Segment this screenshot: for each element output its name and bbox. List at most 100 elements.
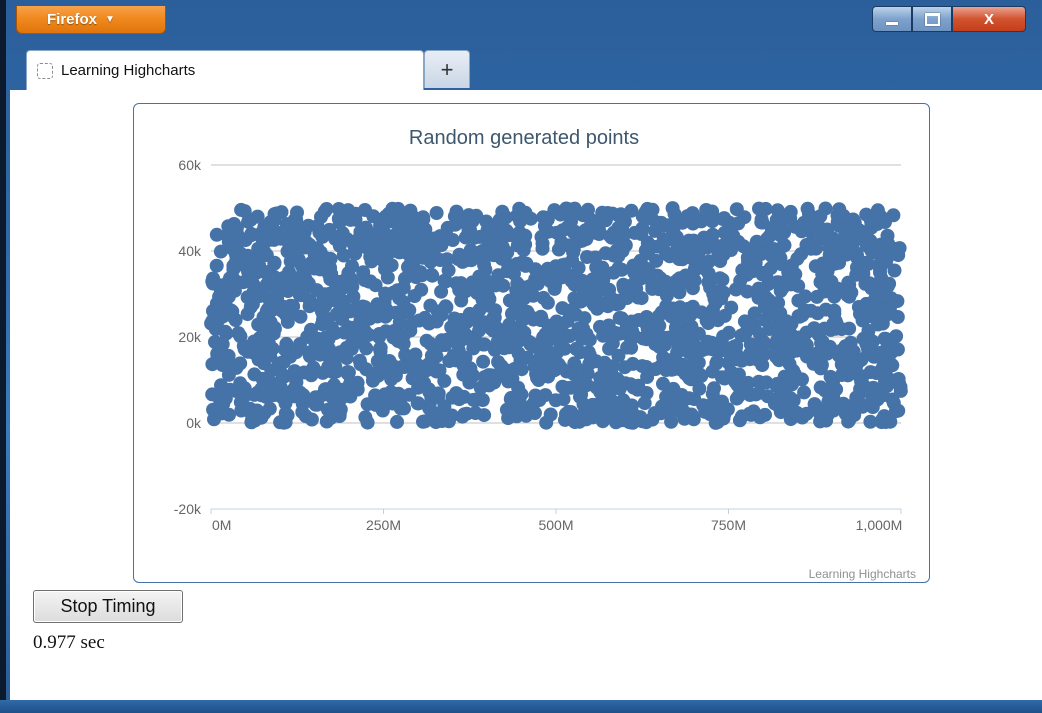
scatter-point [751,281,766,296]
scatter-point [369,247,384,262]
scatter-point [472,303,487,317]
scatter-point [624,203,639,218]
scatter-point [800,349,814,364]
scatter-point [682,371,697,386]
scatter-point [267,321,282,336]
scatter-point [775,280,790,295]
scatter-point [783,211,798,226]
scatter-point [505,306,520,321]
x-tick-label: 750M [711,517,746,533]
scatter-point [714,291,729,306]
scatter-point [391,218,406,233]
scatter-point [801,211,816,226]
scatter-point [729,202,744,217]
scatter-point [497,341,512,356]
stop-timing-button[interactable]: Stop Timing [33,590,183,623]
scatter-point [585,281,599,296]
scatter-point [828,321,843,336]
scatter-point [640,211,655,226]
scatter-point [659,298,674,313]
scatter-point [625,356,640,371]
scatter-point [325,381,340,396]
scatter-point [267,207,282,222]
scatter-point [335,226,350,241]
scatter-point [696,398,711,413]
scatter-point [245,297,260,312]
scatter-point [838,244,853,259]
scatter-point [608,325,623,340]
scatter-point [849,390,864,405]
scatter-point [872,349,887,364]
scatter-point [640,370,655,384]
scatter-point [279,307,293,322]
scatter-point [637,260,652,275]
scatter-point [356,325,371,339]
scatter-point [517,325,532,340]
scatter-point [596,273,611,288]
minimize-icon [886,21,898,25]
scatter-point [397,401,411,416]
scatter-point [410,238,425,253]
close-button[interactable]: X [952,6,1026,32]
x-tick-label: 250M [366,517,401,533]
minimize-button[interactable] [872,6,912,32]
scatter-point [699,341,714,356]
y-tick-label: 40k [178,243,202,259]
scatter-point [669,387,684,402]
scatter-point [516,291,531,306]
scatter-point [546,361,561,376]
scatter-point [603,229,618,244]
scatter-point [710,415,725,430]
scatter-point [343,376,358,391]
scatter-point [741,254,755,269]
scatter-point [803,303,818,318]
scatter-point [252,349,267,364]
scatter-point [733,273,748,288]
firefox-button-label: Firefox [47,11,98,28]
scatter-point [771,398,786,413]
scatter-point [713,271,727,286]
maximize-button[interactable] [912,6,952,32]
chart-credits[interactable]: Learning Highcharts [809,567,916,581]
scatter-point [719,341,734,356]
firefox-menu-button[interactable]: Firefox ▼ [16,6,166,34]
scatter-point [875,412,890,427]
scatter-point [562,207,577,221]
scatter-point [554,270,569,285]
scatter-point [437,373,452,388]
scatter-point [353,357,368,372]
scatter-point [709,356,724,371]
scatter-point [233,356,248,371]
scatter-point [873,277,888,291]
scatter-point [887,263,902,278]
scatter-point [323,260,338,275]
scatter-point [634,227,649,241]
scatter-point [417,310,432,325]
scatter-point [595,205,610,220]
scatter-point [209,258,224,273]
scatter-point [834,368,849,382]
titlebar: Firefox ▼ X [0,0,1042,44]
scatter-point [441,263,456,278]
tab-learning-highcharts[interactable]: Learning Highcharts [26,50,424,90]
scatter-point [477,258,492,273]
scatter-point [611,262,626,277]
new-tab-button[interactable]: + [424,50,470,88]
scatter-point [495,239,510,254]
scatter-point [672,285,687,300]
scatter-point [322,342,337,357]
scatter-point [804,241,818,256]
scatter-point [697,261,712,276]
scatter-point [821,394,836,409]
scatter-point [439,333,454,348]
scatter-point [557,341,572,356]
scatter-point [410,358,425,373]
scatter-point [891,403,906,418]
scatter-point [615,220,629,235]
scatter-point [287,364,302,379]
scatter-point [267,255,282,270]
scatter-point [383,385,398,399]
scatter-point [662,356,677,371]
scatter-point [378,262,392,277]
scatter-point [551,242,566,257]
